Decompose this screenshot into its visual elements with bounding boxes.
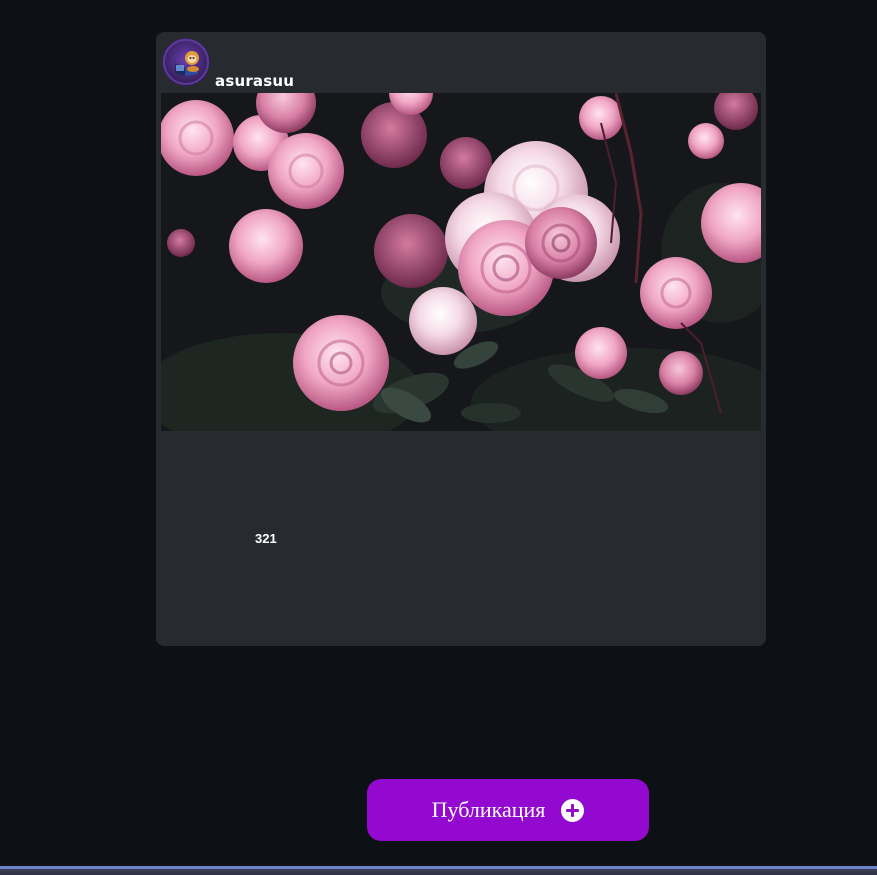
user-avatar[interactable] [162,38,210,86]
publish-button-label: Публикация [431,797,546,822]
avatar-icon [162,38,210,86]
bottom-border-bar [0,866,877,875]
post-image[interactable] [161,93,761,431]
publish-button[interactable]: Публикация [367,779,649,841]
post-card: asurasuu 321 [156,32,766,646]
like-count: 321 [255,531,277,546]
plus-circle-icon [561,798,585,822]
post-username[interactable]: asurasuu [215,72,294,90]
roses-photo [161,93,761,431]
page: asurasuu 321 Публикация [0,0,877,875]
